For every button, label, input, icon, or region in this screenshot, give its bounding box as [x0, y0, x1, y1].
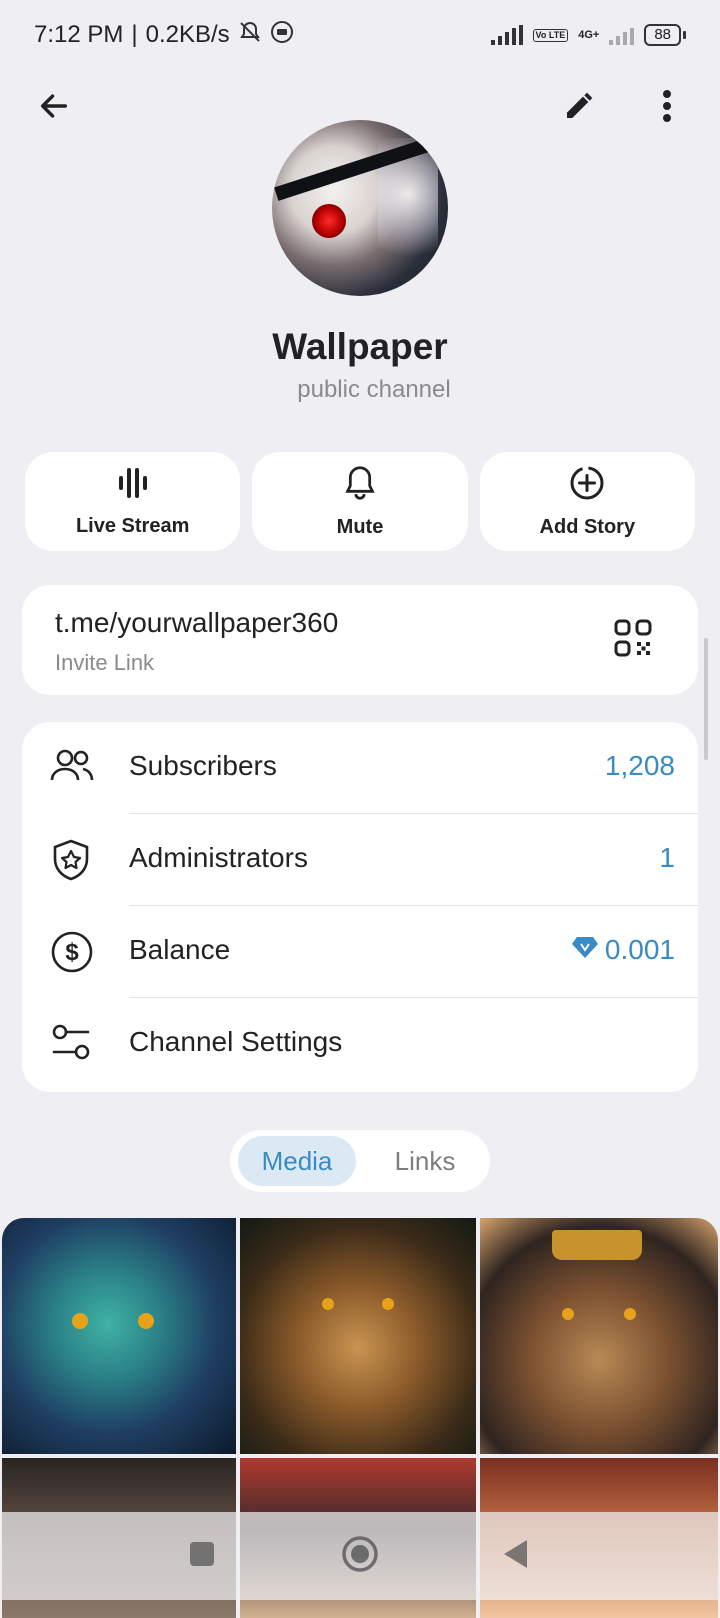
action-buttons: Live Stream Mute Add Story	[25, 452, 695, 551]
channel-avatar[interactable]	[272, 120, 448, 296]
status-separator: |	[131, 21, 138, 48]
mute-notification-icon	[238, 20, 262, 51]
status-speed: 0.2KB/s	[145, 21, 230, 48]
tab-media[interactable]: Media	[238, 1136, 356, 1186]
system-nav-bar	[0, 1512, 720, 1600]
back-button[interactable]	[30, 84, 78, 132]
balance-value: 0.001	[604, 934, 675, 965]
channel-type: public channel	[297, 376, 451, 403]
channel-settings-label: Channel Settings	[129, 1026, 343, 1057]
arrow-left-icon	[37, 89, 71, 128]
channel-name: Wallpaper	[272, 326, 448, 367]
balance-label: Balance	[129, 934, 231, 965]
sliders-icon	[50, 1022, 92, 1067]
network-type: 4G+	[578, 29, 600, 41]
live-stream-label: Live Stream	[75, 514, 190, 537]
bell-icon	[343, 465, 377, 506]
status-right: Vo LTE 4G+ 88	[490, 24, 686, 46]
mute-label: Mute	[336, 515, 384, 538]
more-button[interactable]	[643, 84, 691, 132]
channel-info-card: Subscribers 1,208 Administrators 1 $ Bal…	[22, 722, 698, 1092]
balance-row[interactable]: $ Balance 0.001	[22, 906, 698, 998]
channel-settings-row[interactable]: Channel Settings	[22, 998, 698, 1090]
volte-badge: Vo LTE	[532, 28, 569, 42]
invite-link-label: Invite Link	[55, 650, 155, 675]
status-left: 7:12 PM | 0.2KB/s	[34, 20, 294, 51]
administrators-count: 1	[659, 842, 675, 873]
add-story-icon	[569, 465, 605, 506]
tab-links[interactable]: Links	[370, 1136, 480, 1186]
nav-back-button[interactable]	[486, 1530, 546, 1582]
invite-link-url[interactable]: t.me/yourwallpaper360	[55, 607, 338, 639]
media-item-crowned-lion[interactable]	[480, 1218, 718, 1454]
mute-button[interactable]: Mute	[252, 452, 468, 551]
administrators-label: Administrators	[129, 842, 308, 873]
balance-value-group: 0.001	[571, 934, 675, 966]
subscribers-row[interactable]: Subscribers 1,208	[22, 722, 698, 814]
media-item-dragon[interactable]	[2, 1218, 236, 1454]
live-stream-button[interactable]: Live Stream	[25, 452, 241, 551]
live-stream-icon	[117, 466, 149, 505]
status-bar: 7:12 PM | 0.2KB/s Vo LTE 4G+ 88	[0, 0, 720, 70]
subscribers-count: 1,208	[604, 750, 675, 781]
users-icon	[50, 746, 94, 791]
subscribers-label: Subscribers	[129, 750, 277, 781]
add-story-button[interactable]: Add Story	[479, 452, 695, 551]
status-time: 7:12 PM	[34, 21, 124, 48]
triangle-back-icon	[501, 1538, 531, 1575]
scrollbar[interactable]	[704, 638, 708, 760]
edit-button[interactable]	[555, 84, 603, 132]
battery-level: 88	[644, 24, 681, 46]
shield-star-icon	[50, 838, 92, 887]
signal-icon-2	[609, 25, 635, 45]
media-tabs: Media Links	[230, 1130, 490, 1192]
svg-text:$: $	[65, 939, 79, 966]
qr-code-button[interactable]	[614, 619, 652, 662]
administrators-row[interactable]: Administrators 1	[22, 814, 698, 906]
home-button[interactable]	[330, 1530, 390, 1582]
signal-icon	[490, 25, 523, 45]
dollar-circle-icon: $	[50, 930, 94, 979]
diamond-icon	[571, 934, 599, 966]
invite-link-card[interactable]: t.me/yourwallpaper360 Invite Link	[22, 585, 698, 695]
recents-button[interactable]	[172, 1530, 232, 1582]
add-story-label: Add Story	[539, 515, 636, 538]
media-item-lion[interactable]	[240, 1218, 476, 1454]
qr-code-icon	[614, 619, 652, 661]
record-icon	[270, 20, 294, 51]
circle-icon	[340, 1534, 380, 1579]
battery-icon: 88	[644, 24, 686, 46]
pencil-icon	[563, 90, 595, 127]
square-icon	[188, 1540, 216, 1573]
more-vertical-icon	[661, 89, 673, 128]
